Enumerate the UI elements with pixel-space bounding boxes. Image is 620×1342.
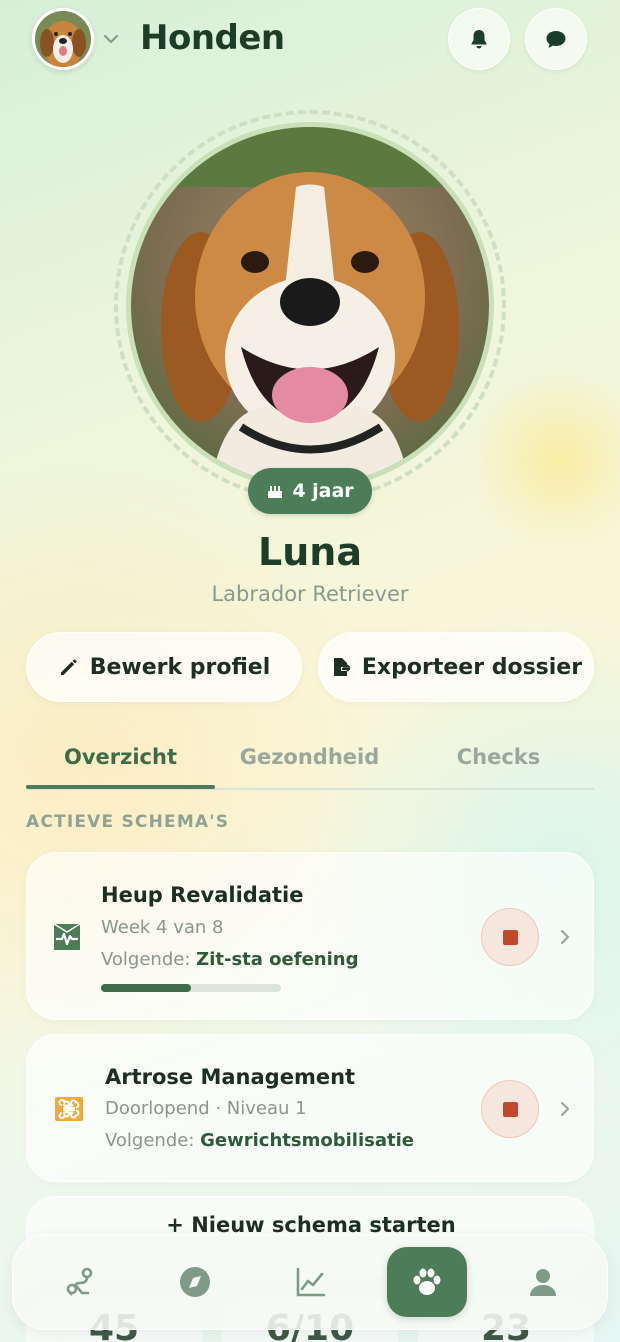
page-title: Honden xyxy=(140,18,285,58)
nav-dogs[interactable] xyxy=(387,1247,467,1317)
bell-icon xyxy=(471,30,487,49)
export-dossier-label: Exporteer dossier xyxy=(361,654,583,680)
heart-monitor-icon xyxy=(53,923,81,950)
stop-icon xyxy=(502,929,518,945)
file-export-icon xyxy=(333,658,351,676)
scheme-progress-fill xyxy=(101,984,191,992)
dog-name: Luna xyxy=(258,530,362,574)
edit-profile-button[interactable]: Bewerk profiel xyxy=(26,632,302,702)
tab-checks[interactable]: Checks xyxy=(404,730,593,788)
next-value: Gewrichtsmobilisatie xyxy=(200,1130,414,1151)
age-badge: 4 jaar xyxy=(248,468,372,514)
next-prefix: Volgende: xyxy=(101,949,191,970)
profile-tabs: Overzicht Gezondheid Checks xyxy=(26,730,594,790)
tab-overzicht[interactable]: Overzicht xyxy=(26,730,215,788)
scheme-title: Artrose Management xyxy=(105,1065,356,1089)
app-header: Honden xyxy=(0,0,620,80)
dog-photo[interactable] xyxy=(126,122,494,490)
compass-icon xyxy=(180,1267,210,1297)
scheme-progress xyxy=(101,984,281,992)
scheme-card-heup[interactable]: Heup Revalidatie Week 4 van 8 Volgende: … xyxy=(26,852,594,1020)
edit-profile-label: Bewerk profiel xyxy=(89,654,271,680)
chevron-down-icon[interactable] xyxy=(102,30,120,48)
chevron-right-icon[interactable] xyxy=(557,1099,573,1119)
dog-avatar-icon[interactable] xyxy=(32,8,94,70)
export-dossier-button[interactable]: Exporteer dossier xyxy=(318,632,594,702)
pencil-icon xyxy=(60,659,77,675)
messages-button[interactable] xyxy=(525,8,587,70)
notifications-button[interactable] xyxy=(448,8,510,70)
user-icon xyxy=(530,1269,556,1296)
next-value: Zit-sta oefening xyxy=(196,949,359,970)
scheme-next: Volgende: Zit-sta oefening xyxy=(101,949,358,970)
scheme-next: Volgende: Gewrichtsmobilisatie xyxy=(105,1130,414,1151)
chat-bubble-icon xyxy=(546,31,566,48)
dog-breed: Labrador Retriever xyxy=(211,582,409,606)
scheme-subtitle: Week 4 van 8 xyxy=(101,917,224,938)
paw-icon xyxy=(413,1268,441,1295)
scheme-card-artrose[interactable]: Artrose Management Doorlopend · Niveau 1… xyxy=(26,1034,594,1182)
tab-gezondheid[interactable]: Gezondheid xyxy=(215,730,404,788)
next-prefix: Volgende: xyxy=(105,1130,195,1151)
route-icon xyxy=(66,1267,93,1296)
bone-icon xyxy=(55,1097,83,1121)
chart-icon xyxy=(296,1267,326,1297)
active-tab-indicator xyxy=(26,785,215,789)
nav-stats[interactable] xyxy=(271,1247,351,1317)
beagle-photo-icon xyxy=(131,127,489,485)
nav-routes[interactable] xyxy=(39,1247,119,1317)
age-label: 4 jaar xyxy=(292,480,354,502)
section-label: ACTIEVE SCHEMA'S xyxy=(26,812,230,832)
scheme-title: Heup Revalidatie xyxy=(101,883,304,907)
stop-scheme-button[interactable] xyxy=(481,1080,539,1138)
nav-explore[interactable] xyxy=(155,1247,235,1317)
stop-scheme-button[interactable] xyxy=(481,908,539,966)
chevron-right-icon[interactable] xyxy=(557,927,573,947)
scheme-subtitle: Doorlopend · Niveau 1 xyxy=(105,1098,307,1119)
nav-profile[interactable] xyxy=(503,1247,583,1317)
cake-icon xyxy=(268,486,283,498)
bottom-nav xyxy=(12,1234,608,1330)
stop-icon xyxy=(502,1101,518,1117)
